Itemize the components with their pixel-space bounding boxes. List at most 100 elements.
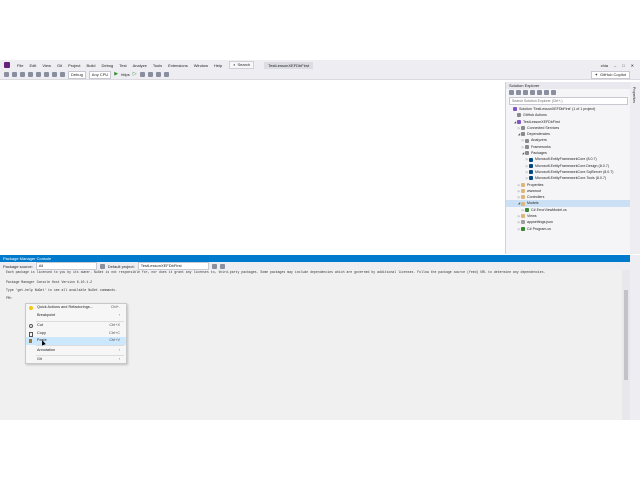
back-icon[interactable] [4, 72, 9, 77]
tree-node-icon [525, 151, 529, 156]
scissors-icon [29, 324, 33, 328]
menu-item-breakpoint[interactable]: Breakpoint › [26, 312, 126, 320]
console-prompt[interactable]: PM> [6, 296, 12, 300]
tree-node[interactable]: ▷ C# Program.cs [506, 226, 631, 232]
submenu-arrow-icon: › [118, 347, 120, 352]
console-line-help: Type 'get-help NuGet' to see all availab… [6, 288, 117, 292]
submenu-arrow-icon: › [118, 356, 120, 361]
tree-node-icon [529, 176, 533, 181]
open-icon[interactable] [28, 72, 33, 77]
below-window-area [0, 420, 640, 480]
tree-node-icon [513, 107, 517, 112]
forward-icon[interactable] [12, 72, 17, 77]
step-icon[interactable] [155, 72, 161, 77]
menu-file[interactable]: File [14, 63, 26, 68]
stop-icon[interactable] [219, 263, 225, 269]
switch-views-icon[interactable] [516, 90, 521, 95]
console-right-strip [630, 255, 640, 420]
settings-gear-icon[interactable] [99, 263, 105, 269]
show-all-files-icon[interactable] [537, 90, 542, 95]
menu-item-annotation[interactable]: Annotation › [26, 347, 126, 355]
clear-console-icon[interactable] [211, 263, 217, 269]
menu-window[interactable]: Window [191, 63, 211, 68]
console-line-license: Each package is licensed to you by its o… [6, 270, 546, 274]
wrench-icon[interactable] [551, 90, 556, 95]
copilot-icon: ✦ [594, 72, 598, 77]
default-project-label: Default project: [107, 263, 135, 269]
home-icon[interactable] [509, 90, 514, 95]
visual-studio-logo-icon [4, 62, 10, 68]
menu-analyze[interactable]: Analyze [130, 63, 150, 68]
menu-item-cut[interactable]: Cut Ctrl+X [26, 322, 126, 330]
tree-node-icon [521, 214, 525, 219]
default-project-dropdown[interactable]: TestLessonXEFDbFirst [137, 262, 209, 270]
menu-item-quick-actions[interactable]: Quick Actions and Refactorings... Ctrl+. [26, 304, 126, 312]
browser-link-icon[interactable] [147, 72, 153, 77]
editor-area[interactable] [0, 80, 505, 255]
console-scrollbar[interactable] [622, 270, 630, 420]
right-tool-tabs: Properties [630, 82, 640, 254]
menu-item-git[interactable]: Git › [26, 356, 126, 364]
console-scrollbar-thumb[interactable] [624, 290, 628, 380]
user-initials[interactable]: chia [601, 63, 608, 68]
save-icon[interactable] [36, 72, 41, 77]
new-item-icon[interactable] [20, 72, 25, 77]
solution-name-badge: TestLessonXEFDbFirst [264, 61, 314, 69]
run-target-button[interactable]: https [121, 72, 130, 77]
save-all-icon[interactable] [44, 72, 49, 77]
menu-bar: File Edit View Git Project Build Debug T… [0, 60, 640, 70]
menu-debug[interactable]: Debug [98, 63, 116, 68]
standard-toolbar: Debug Any CPU ▶ https ▷ ✦ GitHub Copilot [0, 70, 640, 80]
hot-reload-icon[interactable] [139, 72, 145, 77]
play-icon[interactable]: ▶ [114, 72, 118, 77]
github-copilot-button[interactable]: ✦ GitHub Copilot [590, 70, 630, 79]
menu-git[interactable]: Git [54, 63, 65, 68]
start-without-debugging-icon[interactable]: ▷ [133, 72, 137, 77]
configuration-dropdown[interactable]: Debug [68, 70, 86, 79]
tree-node-icon [525, 144, 529, 149]
tree-node-icon [521, 126, 525, 131]
menu-view[interactable]: View [39, 63, 54, 68]
tree-node-icon [521, 189, 525, 193]
paste-icon [29, 339, 32, 343]
copy-icon [29, 331, 33, 337]
properties-icon[interactable] [544, 90, 549, 95]
menu-help[interactable]: Help [211, 63, 225, 68]
menu-build[interactable]: Build [84, 63, 99, 68]
bookmark-icon[interactable] [163, 72, 169, 77]
global-search-box[interactable]: ⌕ Search [229, 61, 255, 69]
solution-tree: Solution 'TestLessonXEFDbFirst' (1 of 1 … [506, 106, 631, 232]
menu-extensions[interactable]: Extensions [165, 63, 191, 68]
sync-icon[interactable] [523, 90, 528, 95]
solution-explorer-toolbar [506, 89, 631, 96]
maximize-button[interactable]: □ [622, 63, 624, 68]
solution-explorer-search[interactable]: Search Solution Explorer (Ctrl+;) [509, 97, 628, 105]
copilot-label: GitHub Copilot [599, 72, 626, 77]
menu-edit[interactable]: Edit [26, 63, 39, 68]
menu-project[interactable]: Project [65, 63, 83, 68]
platform-dropdown[interactable]: Any CPU [88, 70, 112, 79]
undo-icon[interactable] [52, 72, 57, 77]
tree-node-icon [529, 163, 533, 168]
tree-node-icon [529, 170, 533, 175]
close-button[interactable]: ✕ [631, 63, 634, 68]
menu-test[interactable]: Test [116, 63, 129, 68]
solution-explorer-title: Solution Explorer [506, 82, 631, 89]
package-source-label: Package source: [3, 263, 33, 269]
package-manager-console-toolbar: Package source: All Default project: Tes… [0, 262, 630, 270]
tree-node-icon [521, 226, 525, 231]
tree-node-icon [521, 220, 525, 225]
redo-icon[interactable] [60, 72, 65, 77]
collapse-all-icon[interactable] [530, 90, 535, 95]
search-icon: ⌕ [233, 62, 236, 67]
tree-node-icon [517, 119, 521, 124]
package-source-dropdown[interactable]: All [35, 262, 97, 270]
menu-tools[interactable]: Tools [150, 63, 165, 68]
console-line-version: Package Manager Console Host Version 6.1… [6, 280, 93, 284]
properties-tab[interactable]: Properties [632, 87, 636, 103]
context-menu: Quick Actions and Refactorings... Ctrl+.… [25, 303, 127, 364]
solution-explorer: Solution Explorer Search Solution Explor… [505, 82, 631, 254]
tree-node-icon [525, 138, 529, 143]
minimize-button[interactable]: – [614, 63, 616, 68]
menu-item-copy[interactable]: Copy Ctrl+C [26, 330, 126, 338]
